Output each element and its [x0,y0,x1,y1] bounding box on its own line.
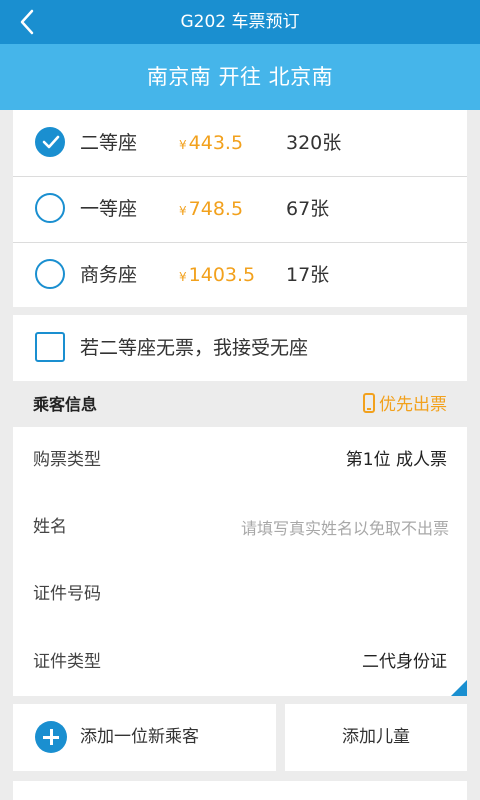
accept-no-seat-label: 若二等座无票，我接受无座 [80,337,309,359]
radio-unchecked-icon[interactable] [35,193,65,223]
route-text: 南京南 开往 北京南 [146,65,334,89]
radio-checked-icon[interactable] [35,127,65,157]
add-child-button[interactable]: 添加儿童 [285,704,467,771]
seat-name: 二等座 [80,132,138,154]
seat-option-second-class[interactable]: 二等座 ¥443.5 320张 [13,110,467,177]
currency-symbol: ¥ [179,138,187,152]
seat-count: 67张 [286,198,330,220]
currency-symbol: ¥ [179,204,187,218]
priority-ticket-button[interactable]: 优先出票 [363,383,447,427]
section-title: 乘客信息 [33,395,98,414]
seat-name: 一等座 [80,198,138,220]
price-value: 748.5 [188,198,244,220]
seat-price: ¥443.5 [179,110,243,178]
passenger-form: 购票类型 第1位 成人票 姓名 证件号码 证件类型 二代身份证 [13,427,467,696]
add-passenger-button[interactable]: 添加一位新乘客 [13,704,276,771]
id-number-input[interactable] [133,577,451,613]
seat-name: 商务座 [80,264,138,286]
ticket-type-value: 第1位 成人票 [345,450,447,470]
seat-count: 17张 [286,264,330,286]
route-banner: 南京南 开往 北京南 [0,44,480,110]
seat-price: ¥748.5 [179,176,243,244]
next-section-card [13,781,467,800]
ticket-type-label: 购票类型 [33,450,101,470]
currency-symbol: ¥ [179,270,187,284]
add-passenger-label: 添加一位新乘客 [80,727,199,747]
id-type-value: 二代身份证 [362,652,447,672]
dropdown-corner-icon [451,680,467,696]
passenger-section-header: 乘客信息 优先出票 [13,383,467,427]
seat-price: ¥1403.5 [179,242,255,310]
priority-label: 优先出票 [379,395,447,415]
seat-count: 320张 [286,132,342,154]
phone-icon [363,393,375,413]
seat-option-business-class[interactable]: 商务座 ¥1403.5 17张 [13,242,467,308]
name-label: 姓名 [33,517,67,537]
page-title: G202 车票预订 [180,12,300,32]
price-value: 443.5 [188,132,244,154]
price-value: 1403.5 [188,264,256,286]
name-row: 姓名 [13,494,467,562]
header-bar: G202 车票预订 [0,0,480,44]
seat-selection-card: 二等座 ¥443.5 320张 一等座 ¥748.5 67张 商务座 ¥1403… [13,110,467,307]
id-number-row: 证件号码 [13,561,467,629]
radio-unchecked-icon[interactable] [35,259,65,289]
plus-icon [35,721,67,753]
add-child-label: 添加儿童 [342,727,410,747]
id-type-row[interactable]: 证件类型 二代身份证 [13,628,467,696]
name-input[interactable] [133,510,451,546]
seat-option-first-class[interactable]: 一等座 ¥748.5 67张 [13,176,467,243]
ticket-type-row[interactable]: 购票类型 第1位 成人票 [13,427,467,495]
id-number-label: 证件号码 [33,584,101,604]
id-type-label: 证件类型 [33,652,101,672]
checkbox-icon[interactable] [35,332,65,362]
accept-no-seat-row[interactable]: 若二等座无票，我接受无座 [13,315,467,381]
